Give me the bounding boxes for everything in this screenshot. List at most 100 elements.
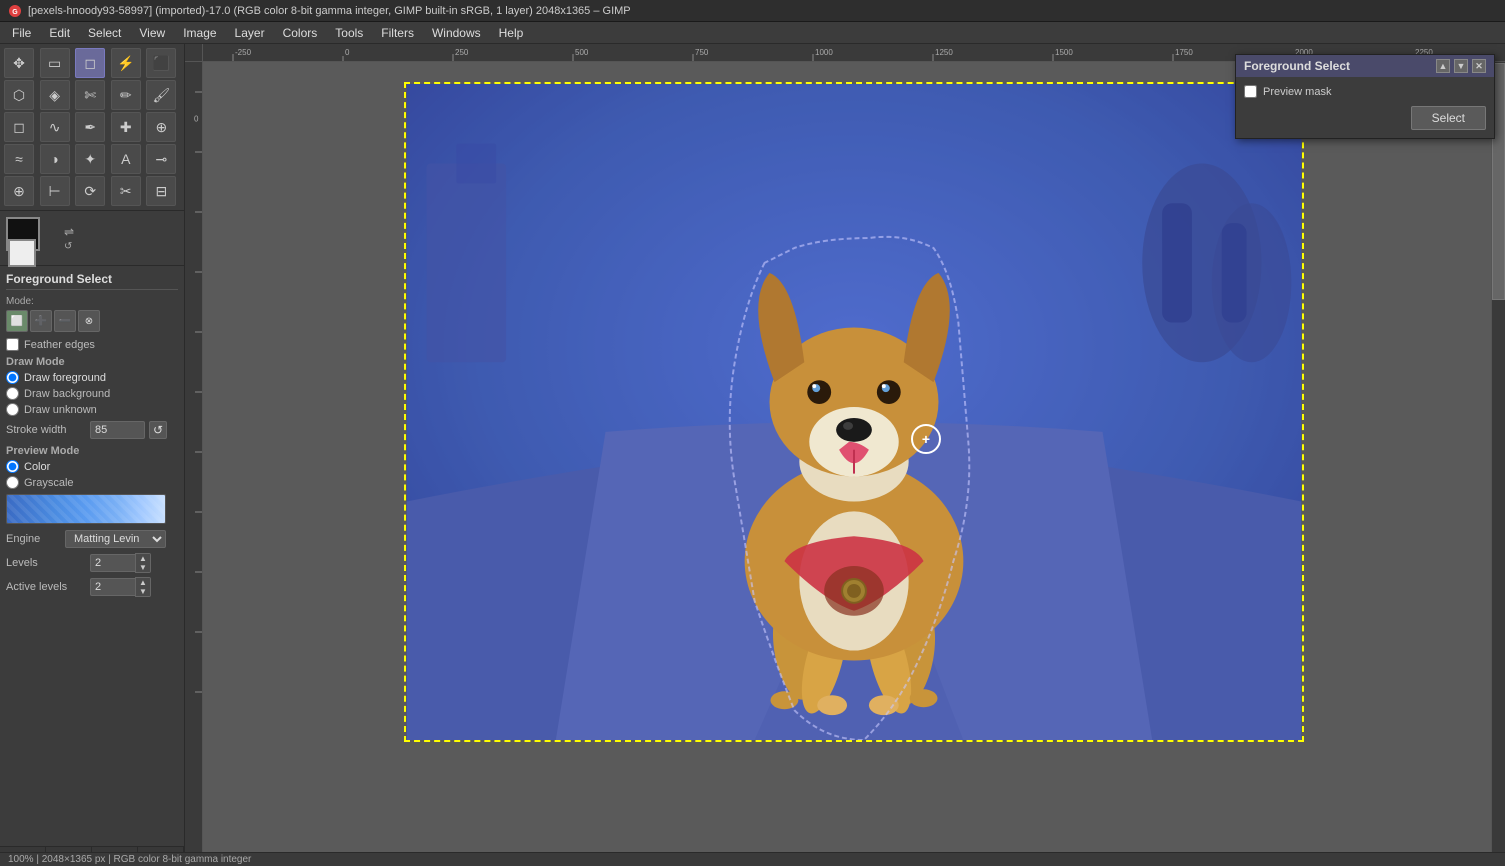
preview-mask-label[interactable]: Preview mask (1263, 86, 1331, 98)
engine-select[interactable]: Matting Levin Matting Global (65, 530, 166, 548)
menu-item-windows[interactable]: Windows (424, 24, 489, 42)
menu-item-filters[interactable]: Filters (373, 24, 422, 42)
free-select-button[interactable]: ⚡ (111, 48, 141, 78)
paintbrush-button[interactable]: 🖌 (146, 80, 176, 110)
dodge-button[interactable]: ◑ (40, 144, 70, 174)
menu-item-image[interactable]: Image (175, 24, 224, 42)
svg-text:750: 750 (695, 48, 709, 57)
stroke-width-input[interactable] (90, 421, 145, 439)
measure-button[interactable]: ⊢ (40, 176, 70, 206)
draw-unknown-label[interactable]: Draw unknown (24, 404, 97, 416)
levels-input[interactable] (90, 554, 135, 572)
select-by-color-button[interactable]: ◈ (40, 80, 70, 110)
menu-item-view[interactable]: View (131, 24, 173, 42)
photo-recreation (406, 84, 1302, 740)
fg-dialog-title-text: Foreground Select (1244, 59, 1350, 73)
crop-button[interactable]: ✂ (111, 176, 141, 206)
fg-dialog-down-icon[interactable]: ▼ (1454, 59, 1468, 73)
svg-text:500: 500 (575, 48, 589, 57)
active-levels-down-arrow[interactable]: ▼ (136, 587, 150, 596)
clone-button[interactable]: ⊕ (146, 112, 176, 142)
preview-grayscale-label[interactable]: Grayscale (24, 477, 74, 489)
ellipse-select-button[interactable]: ◻ (75, 48, 105, 78)
preview-mode-section-label: Preview Mode (6, 445, 178, 457)
menu-item-edit[interactable]: Edit (41, 24, 78, 42)
draw-unknown-radio[interactable] (6, 403, 19, 416)
preview-mask-checkbox[interactable] (1244, 85, 1257, 98)
background-color[interactable] (8, 239, 36, 267)
title-text: [pexels-hnoody93-58997] (imported)-17.0 … (28, 5, 631, 17)
preview-mask-row: Preview mask (1244, 85, 1486, 98)
fg-dialog-titlebar[interactable]: Foreground Select ▲ ▼ ✕ (1236, 55, 1494, 77)
active-levels-up-arrow[interactable]: ▲ (136, 578, 150, 587)
stroke-width-row: Stroke width ↺ (6, 421, 178, 439)
zoom-button[interactable]: ⊕ (4, 176, 34, 206)
swap-colors-icon[interactable]: ⇌ (64, 225, 74, 239)
draw-background-radio[interactable] (6, 387, 19, 400)
reset-colors-icon[interactable]: ↺ (64, 241, 74, 252)
draw-mode-group: Draw foreground Draw background Draw unk… (6, 371, 178, 416)
menu-item-select[interactable]: Select (80, 24, 129, 42)
mode-intersect-button[interactable]: ⊗ (78, 310, 100, 332)
fg-dialog-up-icon[interactable]: ▲ (1436, 59, 1450, 73)
menu-item-colors[interactable]: Colors (275, 24, 326, 42)
draw-background-label[interactable]: Draw background (24, 388, 110, 400)
foreground-select-dialog: Foreground Select ▲ ▼ ✕ Preview mask Sel… (1235, 54, 1495, 139)
draw-foreground-radio[interactable] (6, 371, 19, 384)
ink-button[interactable]: ✒ (75, 112, 105, 142)
engine-row: Engine Matting Levin Matting Global (6, 530, 178, 548)
menu-item-file[interactable]: File (4, 24, 39, 42)
smudge-button[interactable]: ≈ (4, 144, 34, 174)
tool-options-panel: Foreground Select Mode: ⬜ ➕ ➖ ⊗ Feather … (0, 266, 184, 846)
mode-add-button[interactable]: ➕ (30, 310, 52, 332)
align-button[interactable]: ⊟ (146, 176, 176, 206)
pencil-button[interactable]: ✏ (111, 80, 141, 110)
toolbox: ✥ ▭ ◻ ⚡ ⬛ ⬡ ◈ ✄ ✏ 🖌 ◻ ∿ ✒ ✚ ⊕ ≈ ◑ ✦ A ⊸ … (0, 44, 185, 866)
gimp-icon: G (8, 4, 22, 18)
svg-text:1750: 1750 (1175, 48, 1193, 57)
stroke-width-label: Stroke width (6, 424, 86, 436)
svg-text:0: 0 (194, 115, 199, 124)
color-swatches: ⇌ ↺ (0, 211, 184, 266)
heal-button[interactable]: ✚ (111, 112, 141, 142)
path-button[interactable]: ✦ (75, 144, 105, 174)
mode-replace-button[interactable]: ⬜ (6, 310, 28, 332)
color-picker-button[interactable]: ⊸ (146, 144, 176, 174)
draw-background-row: Draw background (6, 387, 178, 400)
fg-dialog-close-icon[interactable]: ✕ (1472, 59, 1486, 73)
svg-text:1500: 1500 (1055, 48, 1073, 57)
preview-color-label[interactable]: Color (24, 461, 50, 473)
mode-buttons: ⬜ ➕ ➖ ⊗ (6, 310, 178, 332)
feather-edges-label[interactable]: Feather edges (24, 339, 95, 351)
feather-edges-checkbox[interactable] (6, 338, 19, 351)
levels-up-arrow[interactable]: ▲ (136, 554, 150, 563)
stroke-reset-button[interactable]: ↺ (149, 421, 167, 439)
preview-grayscale-radio[interactable] (6, 476, 19, 489)
preview-grayscale-row: Grayscale (6, 476, 178, 489)
menu-item-help[interactable]: Help (491, 24, 532, 42)
menu-item-tools[interactable]: Tools (327, 24, 371, 42)
levels-down-arrow[interactable]: ▼ (136, 563, 150, 572)
menu-item-layer[interactable]: Layer (227, 24, 273, 42)
select-button[interactable]: Select (1411, 106, 1486, 130)
mode-subtract-button[interactable]: ➖ (54, 310, 76, 332)
preview-mode-group: Color Grayscale (6, 460, 178, 489)
move-tool-button[interactable]: ✥ (4, 48, 34, 78)
image-canvas[interactable] (203, 62, 1505, 866)
draw-foreground-label[interactable]: Draw foreground (24, 372, 106, 384)
transform-button[interactable]: ⟳ (75, 176, 105, 206)
active-levels-input[interactable] (90, 578, 135, 596)
rect-select-button[interactable]: ▭ (40, 48, 70, 78)
vertical-scrollbar[interactable] (1491, 62, 1505, 852)
preview-color-radio[interactable] (6, 460, 19, 473)
fuzzy-select-button[interactable]: ⬡ (4, 80, 34, 110)
airbrush-button[interactable]: ∿ (40, 112, 70, 142)
active-levels-arrows: ▲ ▼ (135, 577, 151, 597)
text-button[interactable]: A (111, 144, 141, 174)
eraser-button[interactable]: ◻ (4, 112, 34, 142)
svg-text:0: 0 (345, 48, 350, 57)
scissors-button[interactable]: ✄ (75, 80, 105, 110)
canvas-area: pexels-hnoody93-58997 (imported) ✕ -250 … (185, 44, 1505, 866)
foreground-select-button[interactable]: ⬛ (146, 48, 176, 78)
tool-icons-grid: ✥ ▭ ◻ ⚡ ⬛ ⬡ ◈ ✄ ✏ 🖌 ◻ ∿ ✒ ✚ ⊕ ≈ ◑ ✦ A ⊸ … (0, 44, 184, 211)
